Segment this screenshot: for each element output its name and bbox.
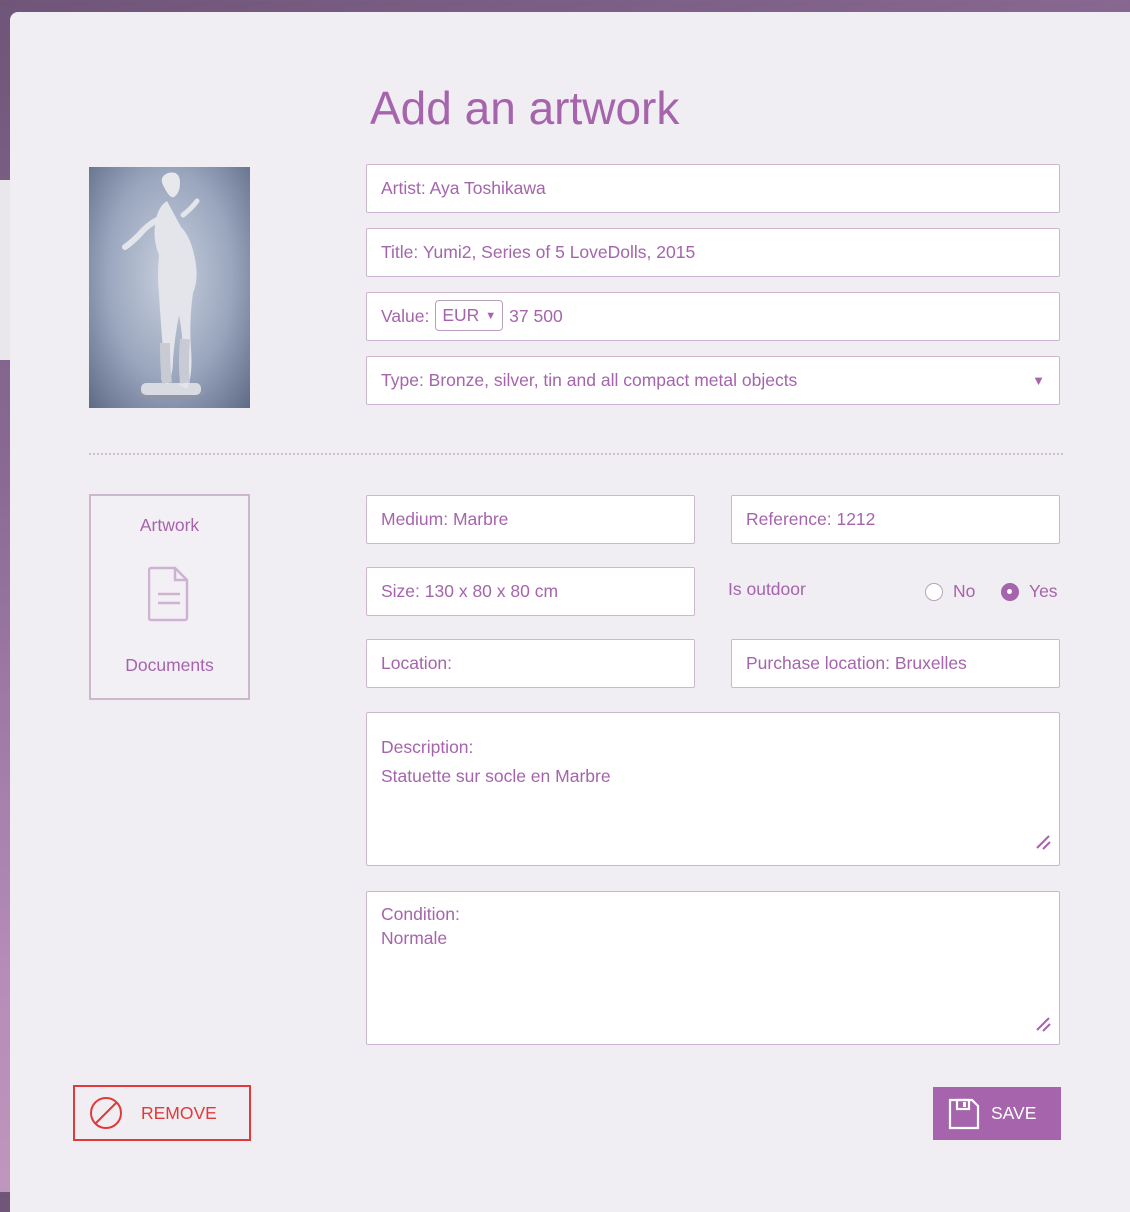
floppy-disk-icon [947,1097,981,1131]
size-value: Size: 130 x 80 x 80 cm [381,581,559,601]
medium-value: Medium: Marbre [381,509,509,529]
resize-handle-icon[interactable] [1033,832,1053,861]
purchase-location-field[interactable]: Purchase location: Bruxelles [731,639,1060,688]
prohibited-icon [89,1096,123,1130]
description-textarea[interactable]: Description: Statuette sur socle en Marb… [366,712,1060,866]
currency-select[interactable]: EUR ▼ [435,300,504,332]
title-field[interactable]: Title: Yumi2, Series of 5 LoveDolls, 201… [366,228,1060,277]
artist-field[interactable]: Artist: Aya Toshikawa [366,164,1060,213]
artwork-documents-button[interactable]: Artwork Documents [89,494,250,700]
description-value: Statuette sur socle en Marbre [381,766,611,786]
remove-button[interactable]: REMOVE [73,1085,251,1141]
location-field[interactable]: Location: [366,639,695,688]
section-divider [89,453,1063,455]
resize-handle-icon[interactable] [1033,1014,1053,1040]
size-field[interactable]: Size: 130 x 80 x 80 cm [366,567,695,616]
artist-value: Artist: Aya Toshikawa [381,178,546,198]
purchase-location-value: Purchase location: Bruxelles [746,653,967,673]
radio-checked-icon [1001,582,1019,601]
radio-yes-label: Yes [1029,581,1058,601]
docs-top-label: Artwork [139,515,200,535]
value-label: Value: [381,306,430,326]
currency-value: EUR [442,305,480,326]
caret-down-icon: ▼ [1032,373,1045,388]
save-button[interactable]: SAVE [933,1087,1061,1140]
is-outdoor-label: Is outdoor [728,579,806,599]
condition-value: Normale [381,928,448,948]
location-value: Location: [381,653,453,673]
value-amount: 37 500 [509,306,563,326]
reference-value: Reference: 1212 [746,509,876,529]
statue-image [122,172,205,400]
form-panel: Add an artwork Artist: Aya Toshikawa Tit… [10,12,1130,1212]
type-value: Type: Bronze, silver, tin and all compac… [381,370,798,390]
radio-no-label: No [953,581,976,601]
value-field[interactable]: Value: EUR ▼ 37 500 [366,292,1060,341]
remove-label: REMOVE [141,1102,217,1123]
outdoor-radio-no[interactable]: No [925,581,975,602]
condition-textarea[interactable]: Condition: Normale [366,891,1060,1045]
docs-bottom-label: Documents [125,655,214,675]
background-window-edge [0,180,10,360]
outdoor-radio-yes[interactable]: Yes [1001,581,1058,602]
condition-label: Condition: [381,904,460,924]
reference-field[interactable]: Reference: 1212 [731,495,1060,544]
description-label: Description: [381,737,474,757]
medium-field[interactable]: Medium: Marbre [366,495,695,544]
type-select[interactable]: Type: Bronze, silver, tin and all compac… [366,356,1060,405]
radio-unchecked-icon [925,582,943,601]
save-label: SAVE [991,1103,1037,1123]
artwork-photo [89,167,250,408]
page-title: Add an artwork [370,82,680,134]
document-icon [147,566,190,627]
caret-down-icon: ▼ [485,310,497,323]
title-value: Title: Yumi2, Series of 5 LoveDolls, 201… [381,242,696,262]
